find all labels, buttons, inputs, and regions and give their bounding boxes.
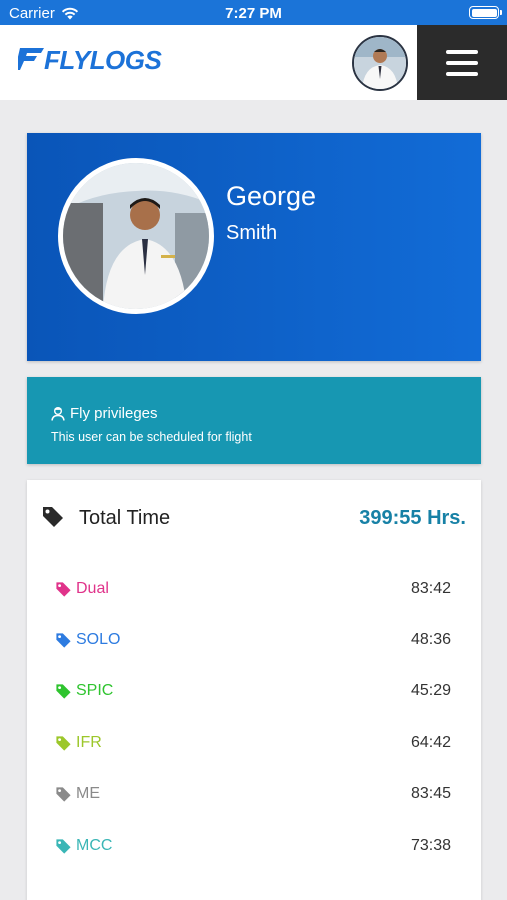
time-row-name: IFR	[76, 734, 102, 751]
tag-icon	[56, 683, 71, 699]
status-bar: Carrier 7:27 PM	[0, 0, 507, 25]
privileges-title-row: Fly privileges	[51, 405, 158, 422]
privileges-card[interactable]: Fly privileges This user can be schedule…	[27, 377, 481, 464]
time-row-value: 73:38	[410, 837, 451, 854]
privileges-subtitle: This user can be scheduled for flight	[51, 430, 252, 444]
total-time-card: Total Time 399:55 Hrs. Dual 83:42 SOLO 4…	[27, 480, 481, 900]
time-row-spic[interactable]: SPIC 45:29	[55, 680, 451, 702]
menu-line	[446, 71, 478, 76]
menu-line	[446, 49, 478, 54]
time-row-name: MCC	[76, 837, 113, 854]
time-row-value: 48:36	[410, 631, 451, 648]
total-time-label: Total Time	[79, 507, 171, 529]
status-time: 7:27 PM	[225, 5, 282, 22]
tag-icon	[56, 581, 71, 597]
time-row-name: SPIC	[76, 682, 114, 699]
time-row-me[interactable]: ME 83:45	[55, 783, 451, 805]
total-time-value: 399:55 Hrs.	[359, 507, 466, 529]
logo-text: FLYLOGS	[44, 45, 163, 74]
tag-icon	[56, 786, 71, 802]
tag-icon	[56, 632, 71, 648]
profile-photo[interactable]	[58, 158, 214, 314]
battery-icon	[469, 6, 502, 19]
tag-icon	[56, 735, 71, 751]
time-row-value: 83:42	[410, 580, 451, 597]
flylogs-logo[interactable]: FLYLOGS	[18, 44, 178, 74]
time-row-solo[interactable]: SOLO 48:36	[55, 629, 451, 651]
tag-icon	[56, 838, 71, 854]
tag-icon	[43, 507, 63, 527]
profile-card: George Smith	[27, 133, 481, 361]
time-row-value: 83:45	[410, 785, 451, 802]
time-row-ifr[interactable]: IFR 64:42	[55, 732, 451, 754]
time-row-name: Dual	[76, 580, 109, 597]
time-row-mcc[interactable]: MCC 73:38	[55, 835, 451, 857]
privileges-title: Fly privileges	[70, 405, 158, 422]
time-row-value: 45:29	[410, 682, 451, 699]
time-row-dual[interactable]: Dual 83:42	[55, 578, 451, 600]
user-avatar[interactable]	[352, 35, 408, 91]
time-row-name: SOLO	[76, 631, 121, 648]
menu-line	[446, 60, 478, 65]
last-name: Smith	[226, 222, 278, 244]
first-name: George	[226, 181, 317, 211]
app-header: FLYLOGS	[0, 25, 507, 100]
hamburger-menu-button[interactable]	[417, 25, 507, 100]
pilot-icon	[51, 407, 65, 421]
time-row-name: ME	[76, 785, 100, 802]
time-row-value: 64:42	[410, 734, 451, 751]
